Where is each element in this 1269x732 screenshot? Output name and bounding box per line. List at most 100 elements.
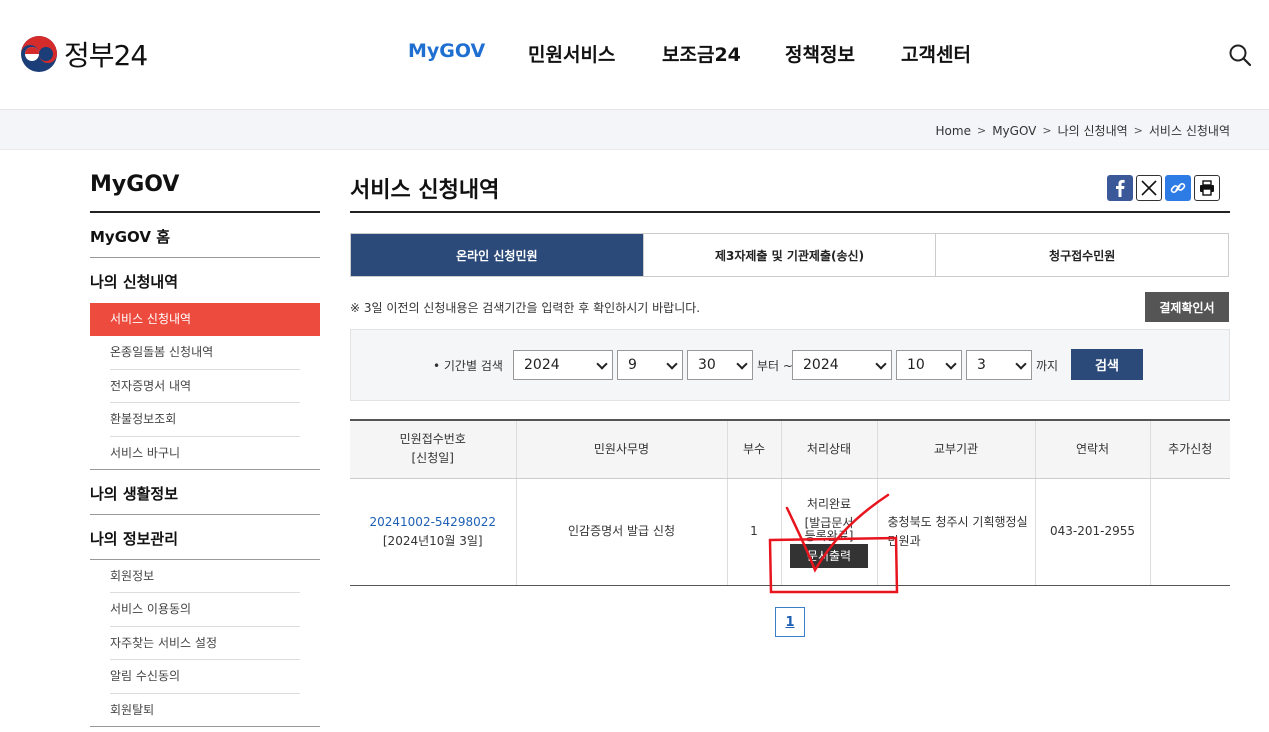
- chevron-right-icon: >: [1133, 124, 1143, 137]
- nav-policy-info[interactable]: 정책정보: [785, 40, 855, 67]
- sidebar-item-service-requests[interactable]: 서비스 신청내역: [90, 303, 320, 336]
- tab-claim-requests[interactable]: 청구접수민원: [936, 234, 1229, 276]
- col-header-status: 처리상태: [781, 419, 878, 479]
- sidebar-item-mygov-home[interactable]: MyGOV 홈: [90, 226, 320, 247]
- sidebar-title: MyGOV: [90, 172, 180, 197]
- breadcrumb-mygov[interactable]: MyGOV: [992, 124, 1036, 138]
- sidebar-item-my-info-management[interactable]: 나의 정보관리: [90, 528, 320, 549]
- col-header-name: 민원사무명: [516, 419, 728, 479]
- chevron-down-icon: [736, 358, 748, 370]
- request-date: [2024년10월 3일]: [382, 533, 483, 548]
- cell-extra: [1150, 478, 1230, 586]
- search-button[interactable]: 검색: [1071, 349, 1143, 380]
- cell-service-name: 인감증명서 발급 신청: [516, 478, 728, 586]
- to-day-select[interactable]: 3: [966, 350, 1032, 380]
- cell-agency: 충청북도 청주시 기획행정실 민원과: [877, 478, 1036, 586]
- pagination-page-1[interactable]: 1: [775, 607, 805, 637]
- breadcrumb-my-requests[interactable]: 나의 신청내역: [1058, 122, 1128, 139]
- from-month-select[interactable]: 9: [617, 350, 683, 380]
- x-share-button[interactable]: [1136, 175, 1162, 201]
- period-search-label: • 기간별 검색: [433, 359, 503, 373]
- nav-civil-service[interactable]: 민원서비스: [528, 40, 615, 67]
- sidebar-divider: [90, 211, 320, 213]
- breadcrumb: Home > MyGOV > 나의 신청내역 > 서비스 신청내역: [936, 122, 1230, 139]
- nav-mygov[interactable]: MyGOV: [408, 40, 485, 62]
- tab-third-party-submission[interactable]: 제3자제출 및 기관제출(송신): [643, 234, 937, 276]
- to-month-select[interactable]: 10: [896, 350, 962, 380]
- nav-customer-center[interactable]: 고객센터: [901, 40, 971, 67]
- sidebar-item-e-certificates[interactable]: 전자증명서 내역: [90, 370, 320, 403]
- from-year-select[interactable]: 2024: [513, 350, 613, 380]
- sidebar-item-refund-info[interactable]: 환불정보조회: [90, 403, 320, 436]
- from-day-value: 30: [698, 357, 716, 373]
- chevron-right-icon: >: [1042, 124, 1052, 137]
- sidebar-item-all-day-care[interactable]: 온종일돌봄 신청내역: [90, 336, 320, 369]
- sidebar-divider: [90, 469, 320, 470]
- cell-contact: 043-201-2955: [1035, 478, 1151, 586]
- sidebar-divider: [90, 514, 320, 515]
- page-title: 서비스 신청내역: [350, 178, 500, 203]
- col-header-extra: 추가신청: [1150, 419, 1230, 479]
- sidebar-item-service-consent[interactable]: 서비스 이용동의: [90, 593, 320, 626]
- cell-receipt-no: 20241002-54298022 [2024년10월 3일]: [350, 478, 517, 586]
- to-month-value: 10: [907, 357, 925, 373]
- sidebar-item-service-basket[interactable]: 서비스 바구니: [90, 437, 320, 470]
- facebook-share-button[interactable]: [1107, 175, 1133, 201]
- chevron-down-icon: [945, 358, 957, 370]
- breadcrumb-bar: Home > MyGOV > 나의 신청내역 > 서비스 신청내역: [0, 110, 1269, 150]
- chevron-down-icon: [596, 358, 608, 370]
- col-header-copies: 부수: [727, 419, 782, 479]
- receipt-number-link[interactable]: 20241002-54298022: [350, 513, 516, 532]
- link-icon: [1170, 182, 1186, 194]
- link-copy-button[interactable]: [1165, 175, 1191, 201]
- breadcrumb-home[interactable]: Home: [936, 124, 971, 138]
- to-day-value: 3: [977, 357, 986, 373]
- site-header: 정부24 MyGOV 민원서비스 보조금24 정책정보 고객센터: [0, 0, 1269, 110]
- sidebar-item-notification-consent[interactable]: 알림 수신동의: [90, 660, 320, 693]
- request-type-tabs: 온라인 신청민원 제3자제출 및 기관제출(송신) 청구접수민원: [350, 233, 1229, 277]
- chevron-right-icon: >: [976, 124, 987, 137]
- to-year-value: 2024: [803, 357, 839, 373]
- breadcrumb-current[interactable]: 서비스 신청내역: [1149, 122, 1230, 139]
- chevron-down-icon: [666, 358, 678, 370]
- request-history-table: 민원접수번호 [신청일] 민원사무명 부수 처리상태 교부기관 연락처 추가신청…: [350, 419, 1230, 586]
- header-receipt-no: 민원접수번호: [399, 432, 466, 447]
- col-header-agency: 교부기관: [877, 419, 1036, 479]
- from-year-value: 2024: [524, 357, 560, 373]
- sidebar-item-member-info[interactable]: 회원정보: [90, 560, 320, 593]
- from-day-select[interactable]: 30: [687, 350, 753, 380]
- search-icon[interactable]: [1228, 43, 1252, 67]
- search-notice: ※ 3일 이전의 신청내용은 검색기간을 입력한 후 확인하시기 바랍니다.: [350, 301, 701, 315]
- cell-copies: 1: [727, 478, 782, 586]
- sidebar-divider: [90, 726, 320, 727]
- from-label: 부터 ~: [757, 359, 793, 373]
- print-document-button[interactable]: 문서출력: [790, 544, 868, 568]
- col-header-receipt-no: 민원접수번호 [신청일]: [350, 419, 517, 479]
- chevron-down-icon: [875, 358, 887, 370]
- print-button[interactable]: [1194, 175, 1220, 201]
- chevron-down-icon: [1015, 358, 1027, 370]
- sidebar-item-withdraw[interactable]: 회원탈퇴: [90, 694, 320, 727]
- sidebar-item-favorite-services[interactable]: 자주찾는 서비스 설정: [90, 627, 320, 660]
- sidebar-item-my-requests[interactable]: 나의 신청내역: [90, 271, 320, 292]
- to-label: 까지: [1036, 359, 1059, 373]
- tab-online-requests[interactable]: 온라인 신청민원: [351, 234, 644, 276]
- cell-status: 처리완료 [발급문서 등록완료] 문서출력: [781, 478, 878, 586]
- header-request-date: [신청일]: [411, 451, 454, 466]
- payment-receipt-button[interactable]: 결제확인서: [1145, 292, 1229, 322]
- sidebar-item-my-life-info[interactable]: 나의 생활정보: [90, 483, 320, 504]
- period-search-box: • 기간별 검색 2024 9 30 부터 ~ 2024 10 3 까지 검색: [350, 329, 1230, 401]
- to-year-select[interactable]: 2024: [792, 350, 892, 380]
- col-header-contact: 연락처: [1035, 419, 1151, 479]
- main-navigation: MyGOV 민원서비스 보조금24 정책정보 고객센터: [0, 40, 1269, 70]
- table-row: 20241002-54298022 [2024년10월 3일] 인감증명서 발급…: [350, 478, 1230, 586]
- table-header-row: 민원접수번호 [신청일] 민원사무명 부수 처리상태 교부기관 연락처 추가신청: [350, 419, 1230, 479]
- print-icon: [1200, 180, 1214, 196]
- from-month-value: 9: [628, 357, 637, 373]
- title-divider: [350, 211, 1230, 213]
- sidebar-divider: [90, 257, 320, 258]
- status-text: 처리완료: [806, 497, 852, 511]
- facebook-icon: [1116, 179, 1125, 197]
- nav-subsidy24[interactable]: 보조금24: [662, 40, 741, 67]
- x-icon: [1141, 180, 1157, 196]
